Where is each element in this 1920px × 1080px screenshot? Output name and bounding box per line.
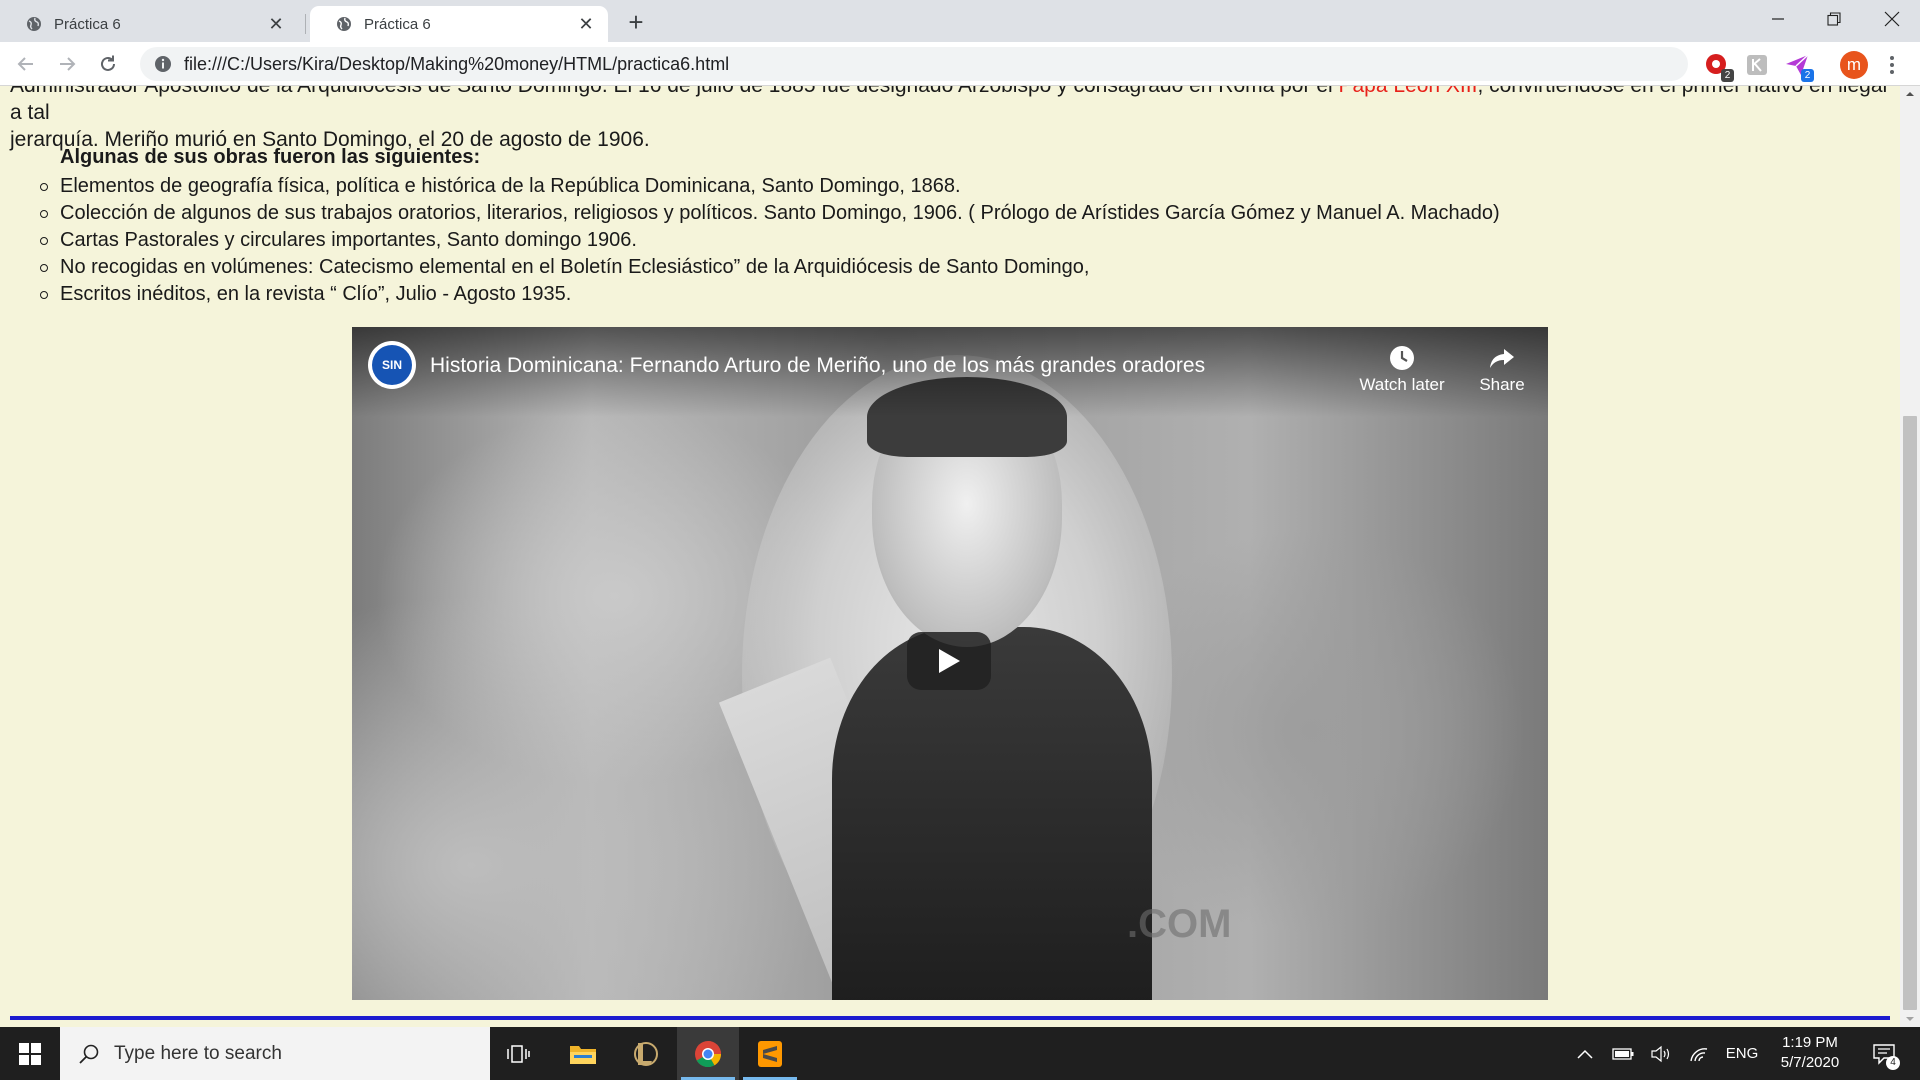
- works-list: Elementos de geografía física, política …: [40, 173, 1500, 308]
- tab-title: Práctica 6: [54, 15, 121, 33]
- watch-later-label: Watch later: [1359, 375, 1445, 394]
- input-language-indicator[interactable]: ENG: [1722, 1027, 1762, 1080]
- paragraph-text: Administrador Apostólico de la Arquidióc…: [10, 86, 1339, 97]
- page-viewport: Administrador Apostólico de la Arquidióc…: [0, 86, 1900, 1027]
- new-tab-button[interactable]: +: [622, 8, 650, 36]
- start-button[interactable]: [0, 1027, 60, 1080]
- tab-title: Práctica 6: [364, 15, 431, 33]
- league-of-legends-icon: [634, 1041, 658, 1066]
- tab-separator: [305, 14, 306, 34]
- forward-button[interactable]: [51, 48, 83, 80]
- works-heading: Algunas de sus obras fueron las siguient…: [60, 146, 481, 168]
- speaker-icon: [1651, 1045, 1670, 1062]
- folder-icon: [570, 1045, 596, 1064]
- windows-logo-icon: [19, 1042, 41, 1065]
- restore-button[interactable]: [1806, 0, 1862, 38]
- channel-logo-text: SIN: [372, 345, 412, 385]
- watermark-text: .COM: [1127, 902, 1232, 946]
- share-icon: [1490, 349, 1514, 368]
- minimize-icon: [1772, 18, 1784, 20]
- list-item: No recogidas en volúmenes: Catecismo ele…: [40, 254, 1500, 281]
- chrome-menu-button[interactable]: [1882, 52, 1902, 78]
- file-explorer-app[interactable]: [552, 1027, 614, 1080]
- page-scrollbar[interactable]: [1900, 86, 1920, 1027]
- clock-date: 5/7/2020: [1780, 1054, 1840, 1071]
- sublime-text-app[interactable]: [739, 1027, 801, 1080]
- list-item: Colección de algunos de sus trabajos ora…: [40, 200, 1500, 227]
- extension-badge: 2: [1801, 69, 1814, 82]
- search-icon: [79, 1044, 99, 1064]
- video-title[interactable]: Historia Dominicana: Fernando Arturo de …: [430, 354, 1205, 378]
- chrome-app[interactable]: [677, 1027, 739, 1080]
- close-icon: [1884, 11, 1900, 27]
- restore-icon: [1827, 12, 1841, 26]
- reload-button[interactable]: [92, 48, 124, 80]
- channel-logo[interactable]: SIN: [368, 341, 416, 389]
- scroll-down-arrow-icon[interactable]: [1900, 1011, 1920, 1027]
- share-button[interactable]: Share: [1452, 341, 1548, 395]
- close-tab-icon[interactable]: ✕: [576, 14, 596, 34]
- chevron-up-icon: [1577, 1049, 1593, 1059]
- battery-button[interactable]: [1608, 1027, 1638, 1080]
- biography-paragraph: Administrador Apostólico de la Arquidióc…: [10, 86, 1890, 153]
- info-icon[interactable]: [154, 55, 172, 73]
- forward-arrow-icon: [60, 57, 76, 71]
- reload-icon: [101, 55, 115, 71]
- extension-badge: 2: [1721, 69, 1734, 82]
- play-icon: [939, 649, 960, 673]
- extension-button[interactable]: 2: [1784, 52, 1814, 82]
- minimize-button[interactable]: [1750, 0, 1806, 38]
- show-hidden-icons-button[interactable]: [1570, 1027, 1600, 1080]
- play-button[interactable]: [907, 632, 991, 690]
- list-item: Elementos de geografía física, política …: [40, 173, 1500, 200]
- system-clock[interactable]: 1:19 PM 5/7/2020: [1762, 1033, 1858, 1073]
- extension-button[interactable]: 2: [1704, 52, 1734, 82]
- league-of-legends-app[interactable]: [614, 1027, 676, 1080]
- profile-avatar[interactable]: m: [1840, 51, 1868, 79]
- extension-button[interactable]: [1744, 52, 1770, 78]
- back-button[interactable]: [10, 48, 42, 80]
- tab-practica6-first[interactable]: Práctica 6 ✕: [0, 6, 298, 42]
- taskbar-search[interactable]: Type here to search: [60, 1027, 490, 1080]
- list-item: Escritos inéditos, en la revista “ Clío”…: [40, 281, 1500, 308]
- task-view-icon: [507, 1044, 530, 1063]
- clock-time: 1:19 PM: [1782, 1034, 1838, 1051]
- tab-strip: Práctica 6 ✕ Práctica 6 ✕ +: [0, 0, 1920, 42]
- close-window-button[interactable]: [1864, 0, 1920, 38]
- clock-icon: [1390, 346, 1414, 370]
- browser-toolbar: file:///C:/Users/Kira/Desktop/Making%20m…: [0, 42, 1920, 86]
- volume-button[interactable]: [1646, 1027, 1676, 1080]
- share-label: Share: [1479, 375, 1525, 394]
- chrome-icon: [695, 1040, 722, 1067]
- close-tab-icon[interactable]: ✕: [266, 14, 286, 34]
- youtube-embed[interactable]: .COM SIN Historia Dominicana: Fernando A…: [352, 327, 1548, 1000]
- task-view-button[interactable]: [488, 1027, 550, 1080]
- portrait-coat: [832, 627, 1152, 1000]
- address-bar[interactable]: file:///C:/Users/Kira/Desktop/Making%20m…: [140, 47, 1688, 81]
- scrollbar-thumb[interactable]: [1903, 416, 1917, 1010]
- search-placeholder: Type here to search: [114, 1042, 282, 1064]
- horizontal-rule: [10, 1016, 1890, 1020]
- back-arrow-icon: [17, 57, 33, 71]
- scroll-up-arrow-icon[interactable]: [1900, 86, 1920, 102]
- windows-taskbar: Type here to search ENG 1:19 PM 5/7/2020…: [0, 1027, 1920, 1080]
- sublime-text-icon: [758, 1040, 782, 1067]
- tab-practica6-active[interactable]: Práctica 6 ✕: [310, 6, 608, 42]
- list-item: Cartas Pastorales y circulares important…: [40, 227, 1500, 254]
- globe-icon: [337, 17, 351, 31]
- papa-leon-link[interactable]: Papa León XIII: [1339, 86, 1478, 97]
- globe-icon: [27, 17, 41, 31]
- network-button[interactable]: [1684, 1027, 1714, 1080]
- notification-count-badge: 4: [1886, 1056, 1900, 1070]
- wifi-icon: [1690, 1047, 1708, 1061]
- action-center-button[interactable]: 4: [1864, 1027, 1904, 1080]
- watch-later-button[interactable]: Watch later: [1352, 341, 1452, 395]
- battery-icon: [1612, 1047, 1634, 1060]
- url-text: file:///C:/Users/Kira/Desktop/Making%20m…: [184, 53, 730, 74]
- gray-extension-icon: [1747, 55, 1767, 75]
